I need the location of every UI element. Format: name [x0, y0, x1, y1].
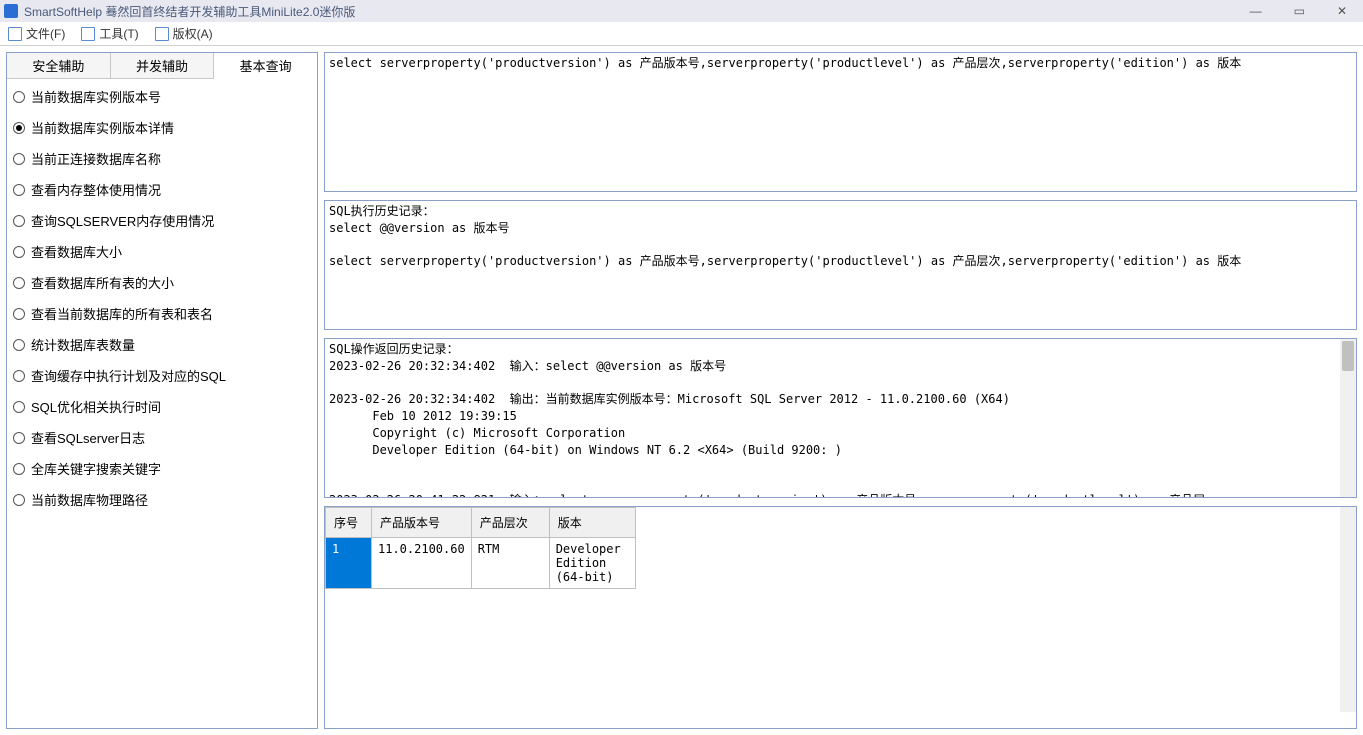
- radio-label: 查询SQLSERVER内存使用情况: [31, 211, 214, 230]
- radio-label: 全库关键字搜索关键字: [31, 459, 161, 478]
- tab-basic-query-label: 基本查询: [240, 56, 292, 75]
- radio-item-12[interactable]: 全库关键字搜索关键字: [13, 459, 311, 478]
- radio-item-3[interactable]: 查看内存整体使用情况: [13, 180, 311, 199]
- radio-label: 查看数据库所有表的大小: [31, 273, 174, 292]
- radio-item-5[interactable]: 查看数据库大小: [13, 242, 311, 261]
- radio-item-7[interactable]: 查看当前数据库的所有表和表名: [13, 304, 311, 323]
- radio-label: SQL优化相关执行时间: [31, 397, 161, 416]
- radio-icon: [13, 184, 25, 196]
- app-icon: [4, 4, 18, 18]
- tab-security-label: 安全辅助: [32, 56, 84, 75]
- radio-icon: [13, 122, 25, 134]
- radio-label: 查看内存整体使用情况: [31, 180, 161, 199]
- menu-file-label: 文件(F): [26, 25, 65, 42]
- radio-item-9[interactable]: 查询缓存中执行计划及对应的SQL: [13, 366, 311, 385]
- table-row[interactable]: 111.0.2100.60RTMDeveloper Edition (64-bi…: [326, 538, 636, 589]
- window-title: SmartSoftHelp 蓦然回首终结者开发辅助工具MiniLite2.0迷你…: [24, 3, 1246, 20]
- grid-cell[interactable]: RTM: [471, 538, 549, 589]
- radio-item-4[interactable]: 查询SQLSERVER内存使用情况: [13, 211, 311, 230]
- tab-security[interactable]: 安全辅助: [7, 53, 111, 78]
- window-controls: — ▭ ✕: [1246, 4, 1359, 18]
- grid-header[interactable]: 序号: [326, 508, 372, 538]
- copyright-icon: [155, 27, 169, 41]
- radio-label: 统计数据库表数量: [31, 335, 135, 354]
- tab-strip: 安全辅助 并发辅助 基本查询: [7, 53, 317, 79]
- tab-concurrency-label: 并发辅助: [136, 56, 188, 75]
- menu-file[interactable]: 文件(F): [8, 25, 65, 42]
- grid-header[interactable]: 版本: [549, 508, 635, 538]
- minimize-button[interactable]: —: [1246, 4, 1266, 18]
- file-icon: [8, 27, 22, 41]
- radio-icon: [13, 432, 25, 444]
- result-log-wrap: SQL操作返回历史记录： 2023-02-26 20:32:34:402 输入：…: [324, 338, 1357, 498]
- right-panel: select serverproperty('productversion') …: [324, 52, 1357, 729]
- grid-header[interactable]: 产品版本号: [372, 508, 472, 538]
- close-button[interactable]: ✕: [1333, 4, 1351, 18]
- radio-icon: [13, 401, 25, 413]
- scrollbar-thumb[interactable]: [1342, 341, 1354, 371]
- grid-cell[interactable]: Developer Edition (64-bit): [549, 538, 635, 589]
- result-log-textarea[interactable]: SQL操作返回历史记录： 2023-02-26 20:32:34:402 输入：…: [325, 339, 1340, 497]
- radio-icon: [13, 463, 25, 475]
- radio-item-13[interactable]: 当前数据库物理路径: [13, 490, 311, 509]
- sql-textarea[interactable]: select serverproperty('productversion') …: [324, 52, 1357, 192]
- radio-item-6[interactable]: 查看数据库所有表的大小: [13, 273, 311, 292]
- radio-label: 查看数据库大小: [31, 242, 122, 261]
- menu-tools[interactable]: 工具(T): [81, 25, 138, 42]
- radio-list: 当前数据库实例版本号当前数据库实例版本详情当前正连接数据库名称查看内存整体使用情…: [7, 79, 317, 517]
- radio-icon: [13, 215, 25, 227]
- grid-cell[interactable]: 11.0.2100.60: [372, 538, 472, 589]
- title-bar: SmartSoftHelp 蓦然回首终结者开发辅助工具MiniLite2.0迷你…: [0, 0, 1363, 22]
- radio-icon: [13, 339, 25, 351]
- radio-item-10[interactable]: SQL优化相关执行时间: [13, 397, 311, 416]
- tab-basic-query[interactable]: 基本查询: [214, 53, 317, 79]
- result-grid[interactable]: 序号产品版本号产品层次版本 111.0.2100.60RTMDeveloper …: [325, 507, 636, 589]
- content-area: 安全辅助 并发辅助 基本查询 当前数据库实例版本号当前数据库实例版本详情当前正连…: [0, 46, 1363, 735]
- radio-label: 当前数据库实例版本详情: [31, 118, 174, 137]
- radio-label: 查询缓存中执行计划及对应的SQL: [31, 366, 226, 385]
- radio-item-2[interactable]: 当前正连接数据库名称: [13, 149, 311, 168]
- grid-cell[interactable]: 1: [326, 538, 372, 589]
- tab-concurrency[interactable]: 并发辅助: [111, 53, 215, 78]
- radio-icon: [13, 153, 25, 165]
- grid-header[interactable]: 产品层次: [471, 508, 549, 538]
- radio-icon: [13, 308, 25, 320]
- radio-item-8[interactable]: 统计数据库表数量: [13, 335, 311, 354]
- radio-icon: [13, 246, 25, 258]
- radio-label: 当前数据库实例版本号: [31, 87, 161, 106]
- menu-bar: 文件(F) 工具(T) 版权(A): [0, 22, 1363, 46]
- radio-icon: [13, 370, 25, 382]
- radio-item-1[interactable]: 当前数据库实例版本详情: [13, 118, 311, 137]
- history-textarea[interactable]: SQL执行历史记录： select @@version as 版本号 selec…: [324, 200, 1357, 330]
- radio-item-0[interactable]: 当前数据库实例版本号: [13, 87, 311, 106]
- result-grid-wrap: 序号产品版本号产品层次版本 111.0.2100.60RTMDeveloper …: [324, 506, 1357, 729]
- menu-tools-label: 工具(T): [99, 25, 138, 42]
- radio-icon: [13, 277, 25, 289]
- radio-label: 查看SQLserver日志: [31, 428, 145, 447]
- result-scrollbar[interactable]: [1340, 339, 1356, 497]
- left-panel: 安全辅助 并发辅助 基本查询 当前数据库实例版本号当前数据库实例版本详情当前正连…: [6, 52, 318, 729]
- radio-icon: [13, 91, 25, 103]
- tools-icon: [81, 27, 95, 41]
- menu-copyright-label: 版权(A): [173, 25, 213, 42]
- grid-scrollbar-vertical[interactable]: [1340, 507, 1356, 712]
- radio-label: 当前正连接数据库名称: [31, 149, 161, 168]
- maximize-button[interactable]: ▭: [1290, 4, 1309, 18]
- radio-label: 查看当前数据库的所有表和表名: [31, 304, 213, 323]
- radio-icon: [13, 494, 25, 506]
- radio-item-11[interactable]: 查看SQLserver日志: [13, 428, 311, 447]
- radio-label: 当前数据库物理路径: [31, 490, 148, 509]
- menu-copyright[interactable]: 版权(A): [155, 25, 213, 42]
